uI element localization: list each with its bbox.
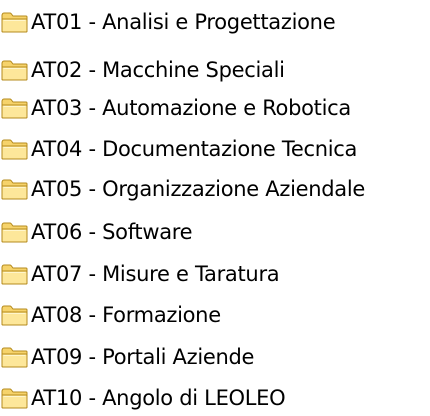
folder-item-at01[interactable]: AT01 - Analisi e Progettazione	[0, 4, 430, 40]
folder-icon	[0, 96, 30, 120]
folder-icon	[0, 137, 30, 161]
folder-icon	[0, 220, 30, 244]
folder-list: AT01 - Analisi e Progettazione AT02 - Ma…	[0, 0, 430, 414]
folder-label: AT03 - Automazione e Robotica	[31, 96, 351, 120]
folder-item-at06[interactable]: AT06 - Software	[0, 214, 430, 250]
folder-label: AT05 - Organizzazione Aziendale	[31, 177, 365, 201]
folder-label: AT07 - Misure e Taratura	[31, 262, 280, 286]
folder-label: AT01 - Analisi e Progettazione	[31, 10, 336, 34]
folder-item-at05[interactable]: AT05 - Organizzazione Aziendale	[0, 171, 430, 207]
folder-item-at09[interactable]: AT09 - Portali Aziende	[0, 339, 430, 375]
folder-icon	[0, 386, 30, 410]
folder-item-at07[interactable]: AT07 - Misure e Taratura	[0, 256, 430, 292]
folder-icon	[0, 345, 30, 369]
folder-icon	[0, 58, 30, 82]
folder-icon	[0, 10, 30, 34]
folder-label: AT02 - Macchine Speciali	[31, 58, 285, 82]
folder-label: AT06 - Software	[31, 220, 193, 244]
folder-label: AT10 - Angolo di LEOLEO	[31, 386, 286, 410]
folder-label: AT08 - Formazione	[31, 303, 221, 327]
folder-label: AT04 - Documentazione Tecnica	[31, 137, 358, 161]
folder-label: AT09 - Portali Aziende	[31, 345, 255, 369]
folder-item-at04[interactable]: AT04 - Documentazione Tecnica	[0, 131, 430, 167]
folder-item-at02[interactable]: AT02 - Macchine Speciali	[0, 52, 430, 88]
folder-icon	[0, 177, 30, 201]
folder-icon	[0, 303, 30, 327]
folder-icon	[0, 262, 30, 286]
folder-item-at08[interactable]: AT08 - Formazione	[0, 297, 430, 333]
folder-item-at10[interactable]: AT10 - Angolo di LEOLEO	[0, 380, 430, 416]
folder-item-at03[interactable]: AT03 - Automazione e Robotica	[0, 90, 430, 126]
